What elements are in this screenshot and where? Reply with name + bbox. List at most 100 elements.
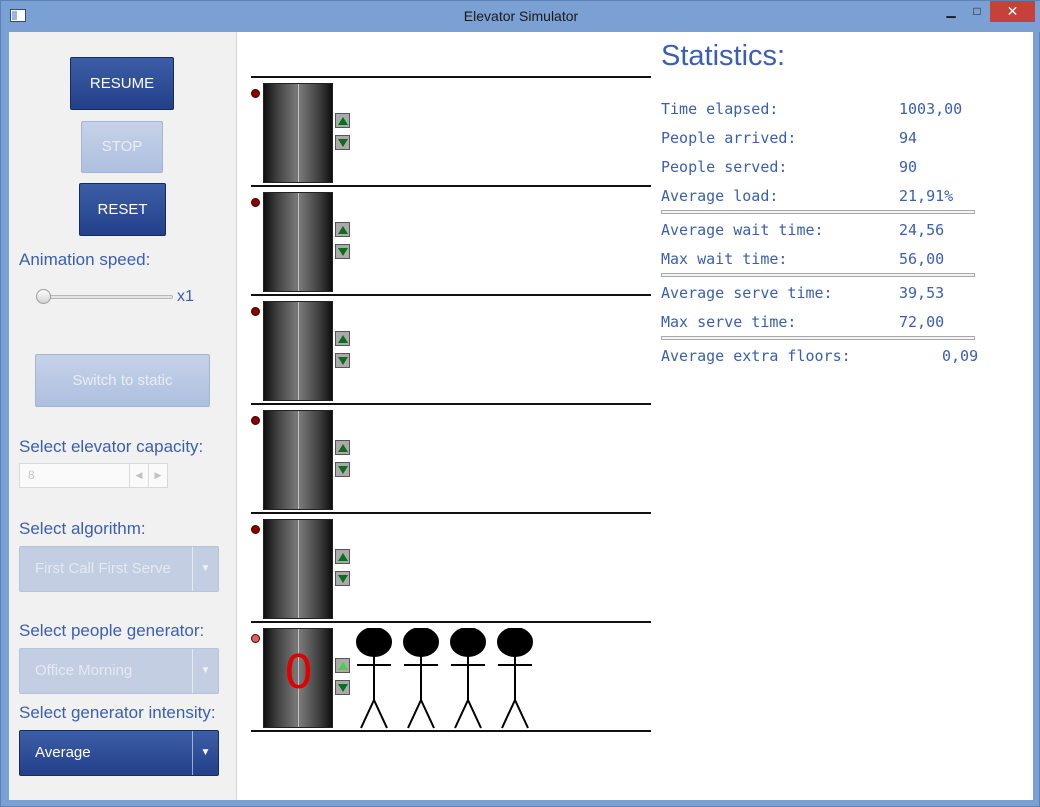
elevator-car: 0 [263,628,333,728]
waiting-person-icon [448,627,488,730]
elevator-car [263,83,333,183]
call-up-button[interactable] [335,222,350,237]
stat-separator [661,210,975,214]
arrow-up-icon [338,117,348,125]
animation-speed-label: Animation speed: [19,250,151,269]
stat-label: Average extra floors: [661,347,851,365]
call-up-button[interactable] [335,658,350,673]
call-indicator-icon [251,307,260,316]
arrow-up-icon [338,444,348,452]
stat-label: Max serve time: [661,313,797,331]
stat-label: Time elapsed: [661,100,779,118]
floor-line [251,294,651,296]
arrow-down-icon [338,684,348,692]
stat-separator [661,336,975,340]
chevron-down-icon[interactable]: ▼ [192,731,218,775]
call-down-button[interactable] [335,135,350,150]
arrow-down-icon [338,357,348,365]
animation-speed-slider-thumb[interactable] [36,289,51,304]
stat-label: Average serve time: [661,284,833,302]
arrow-down-icon [338,575,348,583]
floor-line [251,621,651,623]
stat-value: 21,91% [899,187,954,205]
call-indicator-icon [251,89,260,98]
arrow-down-icon [338,466,348,474]
resume-button[interactable]: RESUME [70,57,174,110]
floor-line [251,76,651,78]
chevron-down-icon[interactable]: ▼ [192,547,218,591]
window-title: Elevator Simulator [463,8,579,24]
control-panel: RESUME STOP RESET Animation speed: x1 Sw… [9,32,237,800]
waiting-person-icon [354,627,394,730]
call-down-button[interactable] [335,571,350,586]
intensity-value: Average [35,744,91,761]
client-area: RESUME STOP RESET Animation speed: x1 Sw… [9,32,1033,800]
close-button[interactable]: ✕ [990,1,1035,22]
minimize-button[interactable]: ▁ [938,1,964,22]
app-window: Elevator Simulator ▁ □ ✕ RESUME STOP RES… [0,0,1040,807]
floor-line [251,730,651,732]
generator-value: Office Morning [35,662,133,679]
call-up-button[interactable] [335,113,350,128]
stop-button[interactable]: STOP [81,121,163,173]
call-up-button[interactable] [335,440,350,455]
call-indicator-icon [251,525,260,534]
elevator-car [263,519,333,619]
stat-label: Max wait time: [661,250,788,268]
capacity-spinner[interactable]: 8 ◀ ▶ [19,463,168,488]
animation-speed-slider[interactable] [37,295,173,299]
arrow-up-icon [338,553,348,561]
call-indicator-icon [251,416,260,425]
title-bar[interactable]: Elevator Simulator ▁ □ ✕ [1,1,1040,32]
call-indicator-icon [251,198,260,207]
arrow-down-icon [338,248,348,256]
generator-select[interactable]: Office Morning ▼ [19,648,219,694]
arrow-up-icon [338,335,348,343]
stat-value: 90 [899,158,918,176]
stat-value: 0,09 [942,347,979,365]
call-down-button[interactable] [335,462,350,477]
stat-label: People arrived: [661,129,797,147]
intensity-label: Select generator intensity: [19,703,216,722]
arrow-up-icon [338,226,348,234]
reset-button[interactable]: RESET [79,183,166,236]
stat-label: People served: [661,158,788,176]
elevator-car [263,192,333,292]
floor-line [251,512,651,514]
switch-to-static-button[interactable]: Switch to static [35,354,210,407]
call-down-button[interactable] [335,244,350,259]
algorithm-label: Select algorithm: [19,519,146,538]
algorithm-select[interactable]: First Call First Serve ▼ [19,546,219,592]
statistics-title: Statistics: [661,40,786,72]
stat-value: 94 [899,129,918,147]
arrow-down-icon [338,139,348,147]
animation-speed-value: x1 [177,288,194,305]
call-up-button[interactable] [335,331,350,346]
stat-value: 72,00 [899,313,945,331]
waiting-person-icon [495,627,535,730]
floor-line [251,185,651,187]
chevron-down-icon[interactable]: ▼ [192,649,218,693]
stat-label: Average load: [661,187,779,205]
arrow-up-icon [338,662,348,670]
generator-label: Select people generator: [19,621,205,640]
decrement-icon[interactable]: ◀ [129,464,148,487]
capacity-value: 8 [28,468,35,482]
waiting-person-icon [401,627,441,730]
elevator-passenger-count: 0 [284,645,314,699]
capacity-label: Select elevator capacity: [19,437,204,456]
stat-value: 39,53 [899,284,945,302]
algorithm-value: First Call First Serve [35,560,171,577]
increment-icon[interactable]: ▶ [148,464,167,487]
elevator-car [263,301,333,401]
intensity-select[interactable]: Average ▼ [19,730,219,776]
call-down-button[interactable] [335,353,350,368]
call-down-button[interactable] [335,680,350,695]
floor-line [251,403,651,405]
stat-label: Average wait time: [661,221,824,239]
maximize-button[interactable]: □ [964,1,990,22]
stat-value: 24,56 [899,221,945,239]
call-up-button[interactable] [335,549,350,564]
stat-value: 1003,00 [899,100,963,118]
stat-value: 56,00 [899,250,945,268]
